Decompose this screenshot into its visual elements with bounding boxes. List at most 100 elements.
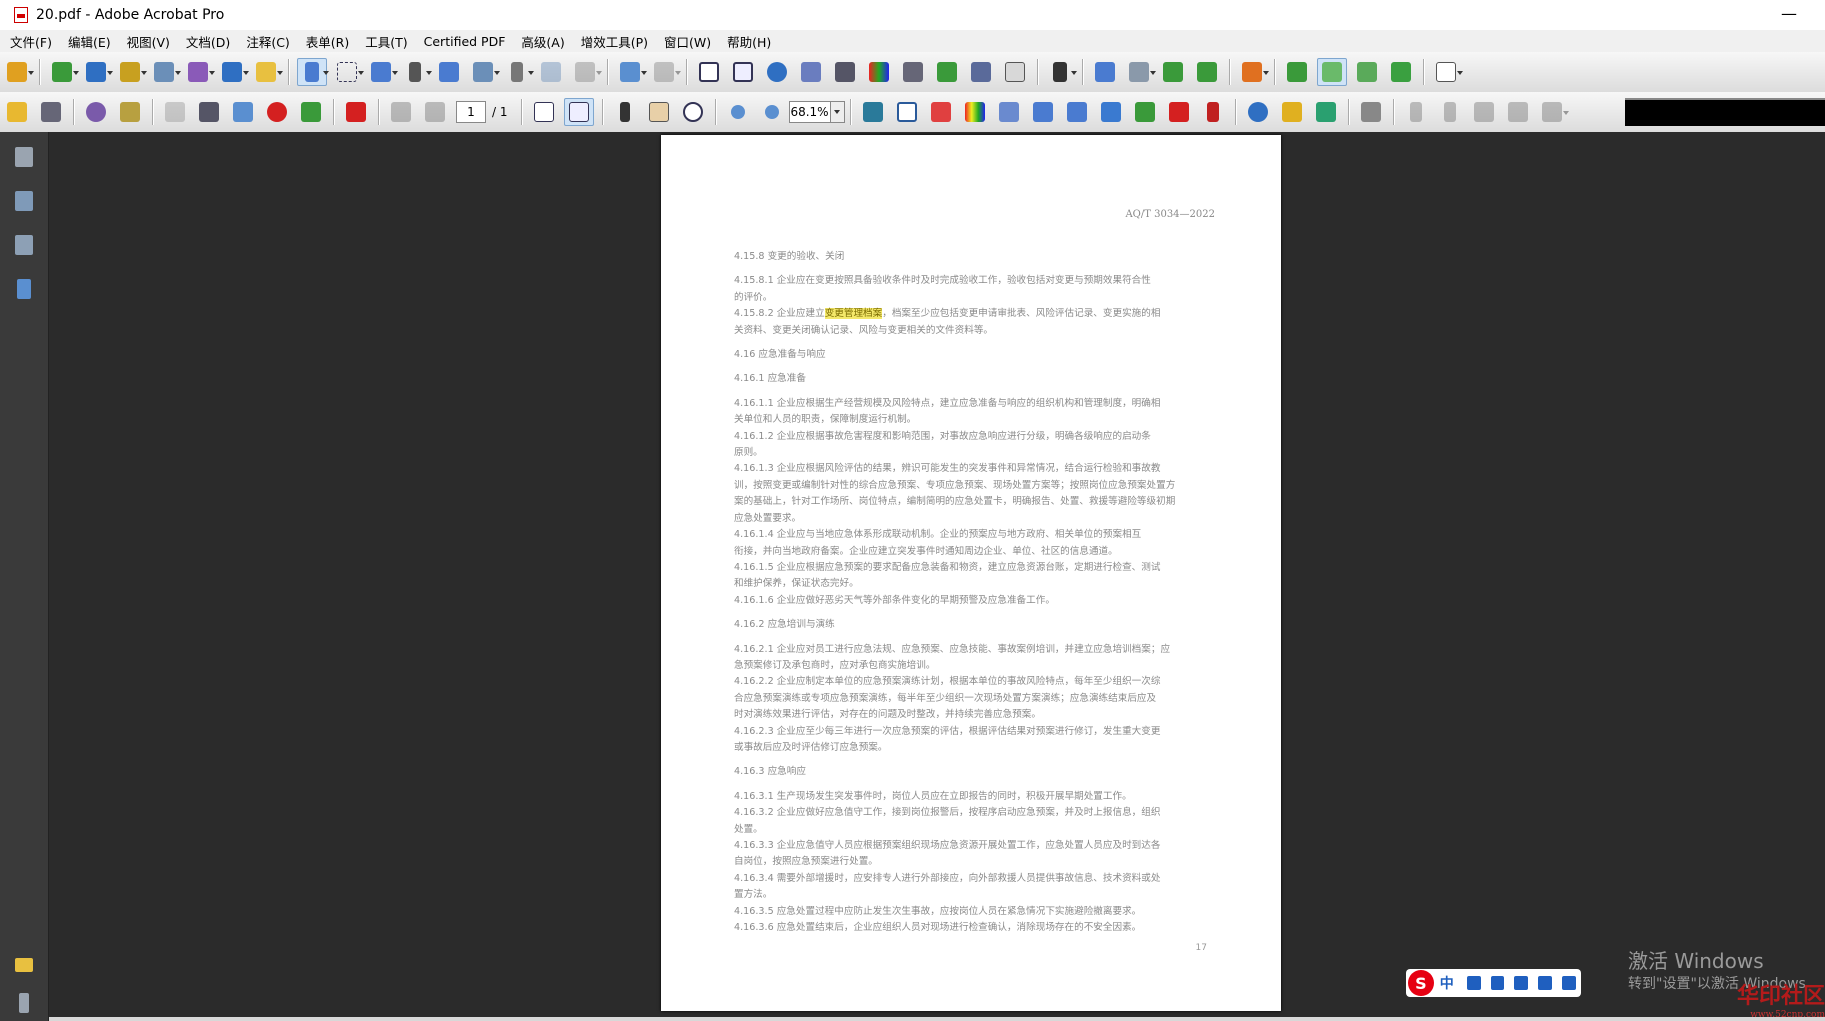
inspect-page-button[interactable] — [927, 99, 955, 125]
fit-width-button[interactable] — [530, 99, 558, 125]
menu-item[interactable]: 编辑(E) — [62, 32, 117, 51]
color-button[interactable] — [763, 59, 791, 85]
menu-item[interactable]: 注释(C) — [240, 32, 295, 51]
pin-button[interactable] — [503, 59, 534, 85]
layers-panel-button[interactable] — [11, 276, 37, 302]
pdf-convert-button[interactable] — [1165, 99, 1193, 125]
panel-options-button[interactable] — [1432, 59, 1463, 85]
email-button[interactable] — [229, 99, 257, 125]
zoom-input[interactable]: 68.1% — [788, 101, 831, 123]
acrobat-button[interactable] — [342, 99, 370, 125]
gear-settings-button[interactable] — [797, 59, 825, 85]
download-button[interactable] — [1131, 99, 1159, 125]
layers-button[interactable] — [1387, 59, 1415, 85]
menu-item[interactable]: 视图(V) — [121, 32, 176, 51]
menu-item[interactable]: 工具(T) — [359, 32, 413, 51]
minimize-button[interactable]: — — [1775, 4, 1803, 26]
stop-button[interactable] — [263, 99, 291, 125]
print-button[interactable] — [37, 99, 65, 125]
export-button[interactable] — [82, 59, 113, 85]
ime-skin-icon[interactable] — [1538, 976, 1553, 990]
disabled-button[interactable] — [161, 99, 189, 125]
pages-panel-button[interactable] — [11, 144, 37, 170]
add-button[interactable] — [1029, 99, 1057, 125]
reflow-button[interactable] — [1312, 99, 1340, 125]
web-button[interactable] — [1244, 99, 1272, 125]
pushpin-button[interactable] — [1199, 99, 1227, 125]
ime-punctuation-icon[interactable] — [1466, 976, 1481, 990]
bracket-button[interactable] — [1046, 59, 1077, 85]
search-box[interactable] — [1625, 98, 1825, 126]
menu-item[interactable]: 表单(R) — [300, 32, 355, 51]
menu-item[interactable]: Certified PDF — [418, 34, 512, 49]
text-highlight[interactable]: 变更管理档案 — [824, 308, 883, 320]
signatures-panel-button[interactable] — [11, 232, 37, 258]
organizer-button[interactable] — [82, 99, 110, 125]
menu-item[interactable]: 文档(D) — [180, 32, 236, 51]
convert-button[interactable] — [933, 59, 961, 85]
crop-button[interactable] — [537, 59, 565, 85]
line-spacing-button[interactable] — [1504, 99, 1532, 125]
note-button[interactable] — [1283, 59, 1311, 85]
combine-files-button[interactable] — [48, 59, 79, 85]
list-button[interactable] — [1470, 99, 1498, 125]
hash-grid-button[interactable] — [1193, 59, 1221, 85]
text-style-button[interactable] — [1436, 99, 1464, 125]
ime-toolbar[interactable]: S 中 — [1406, 969, 1581, 997]
redo-button[interactable] — [650, 59, 681, 85]
menu-item[interactable]: 文件(F) — [4, 32, 58, 51]
attachments-panel-button[interactable] — [11, 990, 37, 1016]
comment-button[interactable] — [252, 59, 283, 85]
font-button[interactable] — [435, 59, 463, 85]
ime-microphone-icon[interactable] — [1490, 976, 1505, 990]
menu-item[interactable]: 窗口(W) — [658, 32, 717, 51]
camera-button[interactable] — [967, 59, 995, 85]
pattern-button[interactable] — [1353, 59, 1381, 85]
comments-panel-button[interactable] — [11, 952, 37, 978]
object-button[interactable] — [469, 59, 500, 85]
select-text-button[interactable] — [611, 99, 639, 125]
warning-button[interactable] — [1001, 59, 1029, 85]
zoom-tool-button[interactable] — [679, 99, 707, 125]
fit-page-button[interactable] — [563, 98, 594, 126]
next-page-button[interactable] — [421, 99, 449, 125]
select-tool-button[interactable] — [297, 58, 329, 86]
zoom-dropdown[interactable] — [830, 101, 845, 123]
multimedia-button[interactable] — [218, 59, 249, 85]
zoom-out-button[interactable] — [724, 99, 752, 125]
filter-button[interactable] — [831, 59, 859, 85]
printer-setup-button[interactable] — [1357, 99, 1385, 125]
ime-language[interactable]: 中 — [1440, 973, 1454, 993]
move-button[interactable] — [367, 59, 398, 85]
inspect-button[interactable] — [1091, 59, 1119, 85]
ruler-button[interactable] — [1278, 99, 1306, 125]
menu-item[interactable]: 帮助(H) — [721, 32, 777, 51]
page-box-button[interactable] — [893, 99, 921, 125]
menu-item[interactable]: 高级(A) — [515, 32, 570, 51]
print-production-button[interactable] — [899, 59, 927, 85]
share-button[interactable] — [297, 99, 325, 125]
layout-button[interactable] — [571, 59, 602, 85]
forms-button[interactable] — [184, 59, 215, 85]
actions-button[interactable] — [1238, 59, 1269, 85]
guides-button[interactable] — [1159, 59, 1187, 85]
hand-tool-button[interactable] — [645, 99, 673, 125]
text-touchup-button[interactable] — [401, 59, 432, 85]
edit-object-button[interactable] — [1063, 99, 1091, 125]
open-button[interactable] — [3, 99, 31, 125]
preflight-button[interactable] — [729, 59, 757, 85]
crop-pages-button[interactable] — [859, 99, 887, 125]
separations-button[interactable] — [865, 59, 893, 85]
arrange-button[interactable] — [1538, 99, 1569, 125]
menu-item[interactable]: 增效工具(P) — [575, 32, 654, 51]
envelope-button[interactable] — [1317, 58, 1347, 86]
pdf-page[interactable]: AQ/T 3034—2022 4.15.8 变更的验收、关闭 4.15.8.1 企… — [661, 135, 1281, 1011]
color-palette-button[interactable] — [961, 99, 989, 125]
rotate-button[interactable] — [616, 59, 647, 85]
create-pdf-button[interactable] — [3, 59, 34, 85]
ime-keyboard-icon[interactable] — [1514, 976, 1529, 990]
page-number-input[interactable]: 1 — [456, 101, 486, 123]
pencil-button[interactable] — [1097, 99, 1125, 125]
bookmarks-panel-button[interactable] — [11, 188, 37, 214]
ime-grid-icon[interactable] — [1562, 976, 1577, 990]
